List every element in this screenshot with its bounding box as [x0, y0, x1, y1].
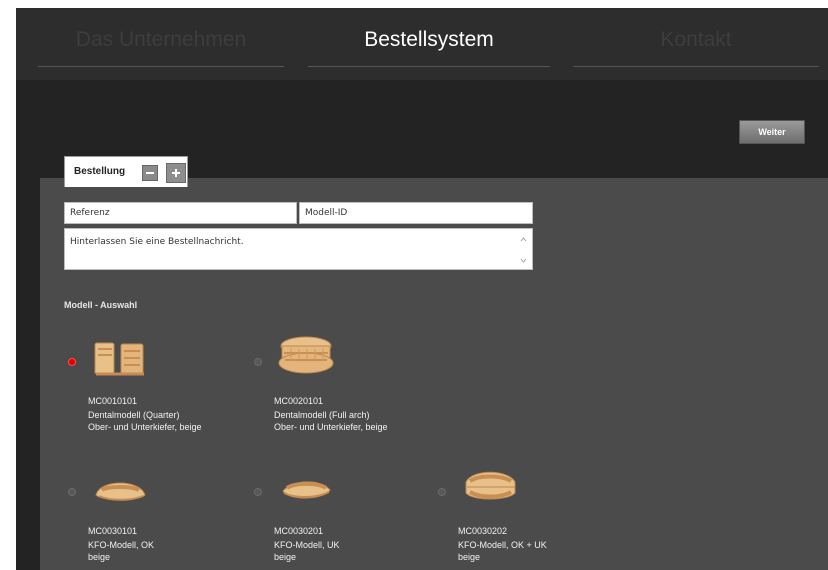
product-name: KFO-Modell, OK [88, 540, 155, 550]
product-name: Dentalmodell (Quarter) [88, 410, 180, 420]
radio-button[interactable] [254, 488, 262, 496]
kfo-upper-lower-model-icon [465, 471, 516, 500]
quarter-dental-model-icon [94, 342, 144, 376]
full-arch-dental-model-icon [278, 336, 334, 374]
product-card-mc0030201[interactable]: MC0030201 KFO-Modell, UK beige [254, 462, 424, 562]
product-description: Ober- und Unterkiefer, beige [88, 422, 202, 432]
product-description: Ober- und Unterkiefer, beige [274, 422, 388, 432]
product-description: beige [458, 552, 481, 562]
nav-item-bestellsystem[interactable]: Bestellsystem [308, 8, 550, 67]
product-description: beige [274, 552, 297, 562]
radio-button[interactable] [254, 358, 262, 366]
product-card-mc0020101[interactable]: MC0020101 Dentalmodell (Full arch) Ober-… [254, 332, 424, 432]
selected-radio[interactable] [68, 358, 76, 366]
scroll-down-icon[interactable] [520, 257, 527, 264]
top-navigation: Das Unternehmen Bestellsystem Kontakt [16, 8, 828, 80]
product-code: MC0010101 [88, 396, 138, 406]
remove-tab-button[interactable] [142, 165, 158, 181]
product-name: KFO-Modell, UK [274, 540, 340, 550]
kfo-lower-model-icon [282, 481, 331, 499]
scroll-up-icon[interactable] [520, 236, 527, 243]
tab-bestellung-label: Bestellung [74, 166, 126, 177]
referenz-field[interactable]: Referenz [64, 202, 297, 224]
product-code: MC0020101 [274, 396, 324, 406]
product-card-mc0030202[interactable]: MC0030202 KFO-Modell, OK + UK beige [438, 462, 608, 562]
radio-button[interactable] [438, 488, 446, 496]
nav-item-unternehmen[interactable]: Das Unternehmen [38, 8, 284, 67]
modell-id-field[interactable]: Modell-ID [299, 202, 533, 224]
radio-button[interactable] [68, 488, 76, 496]
weiter-button[interactable]: Weiter [739, 120, 805, 144]
app-frame: Das Unternehmen Bestellsystem Kontakt We… [16, 8, 828, 570]
model-selection-title: Modell - Auswahl [64, 300, 138, 310]
product-card-mc0030101[interactable]: MC0030101 KFO-Modell, OK beige [68, 462, 238, 562]
product-code: MC0030101 [88, 526, 138, 536]
product-description: beige [88, 552, 111, 562]
product-code: MC0030201 [274, 526, 324, 536]
add-tab-button[interactable] [166, 163, 186, 183]
product-code: MC0030202 [458, 526, 508, 536]
kfo-upper-model-icon [95, 482, 146, 501]
nav-item-kontakt[interactable]: Kontakt [573, 8, 819, 67]
product-card-mc0010101[interactable]: MC0010101 Dentalmodell (Quarter) Ober- u… [68, 332, 238, 432]
order-message-placeholder: Hinterlassen Sie eine Bestellnachricht. [70, 237, 244, 247]
product-name: Dentalmodell (Full arch) [274, 410, 370, 420]
product-name: KFO-Modell, OK + UK [458, 540, 547, 550]
order-message-textarea[interactable]: Hinterlassen Sie eine Bestellnachricht. [64, 228, 533, 270]
